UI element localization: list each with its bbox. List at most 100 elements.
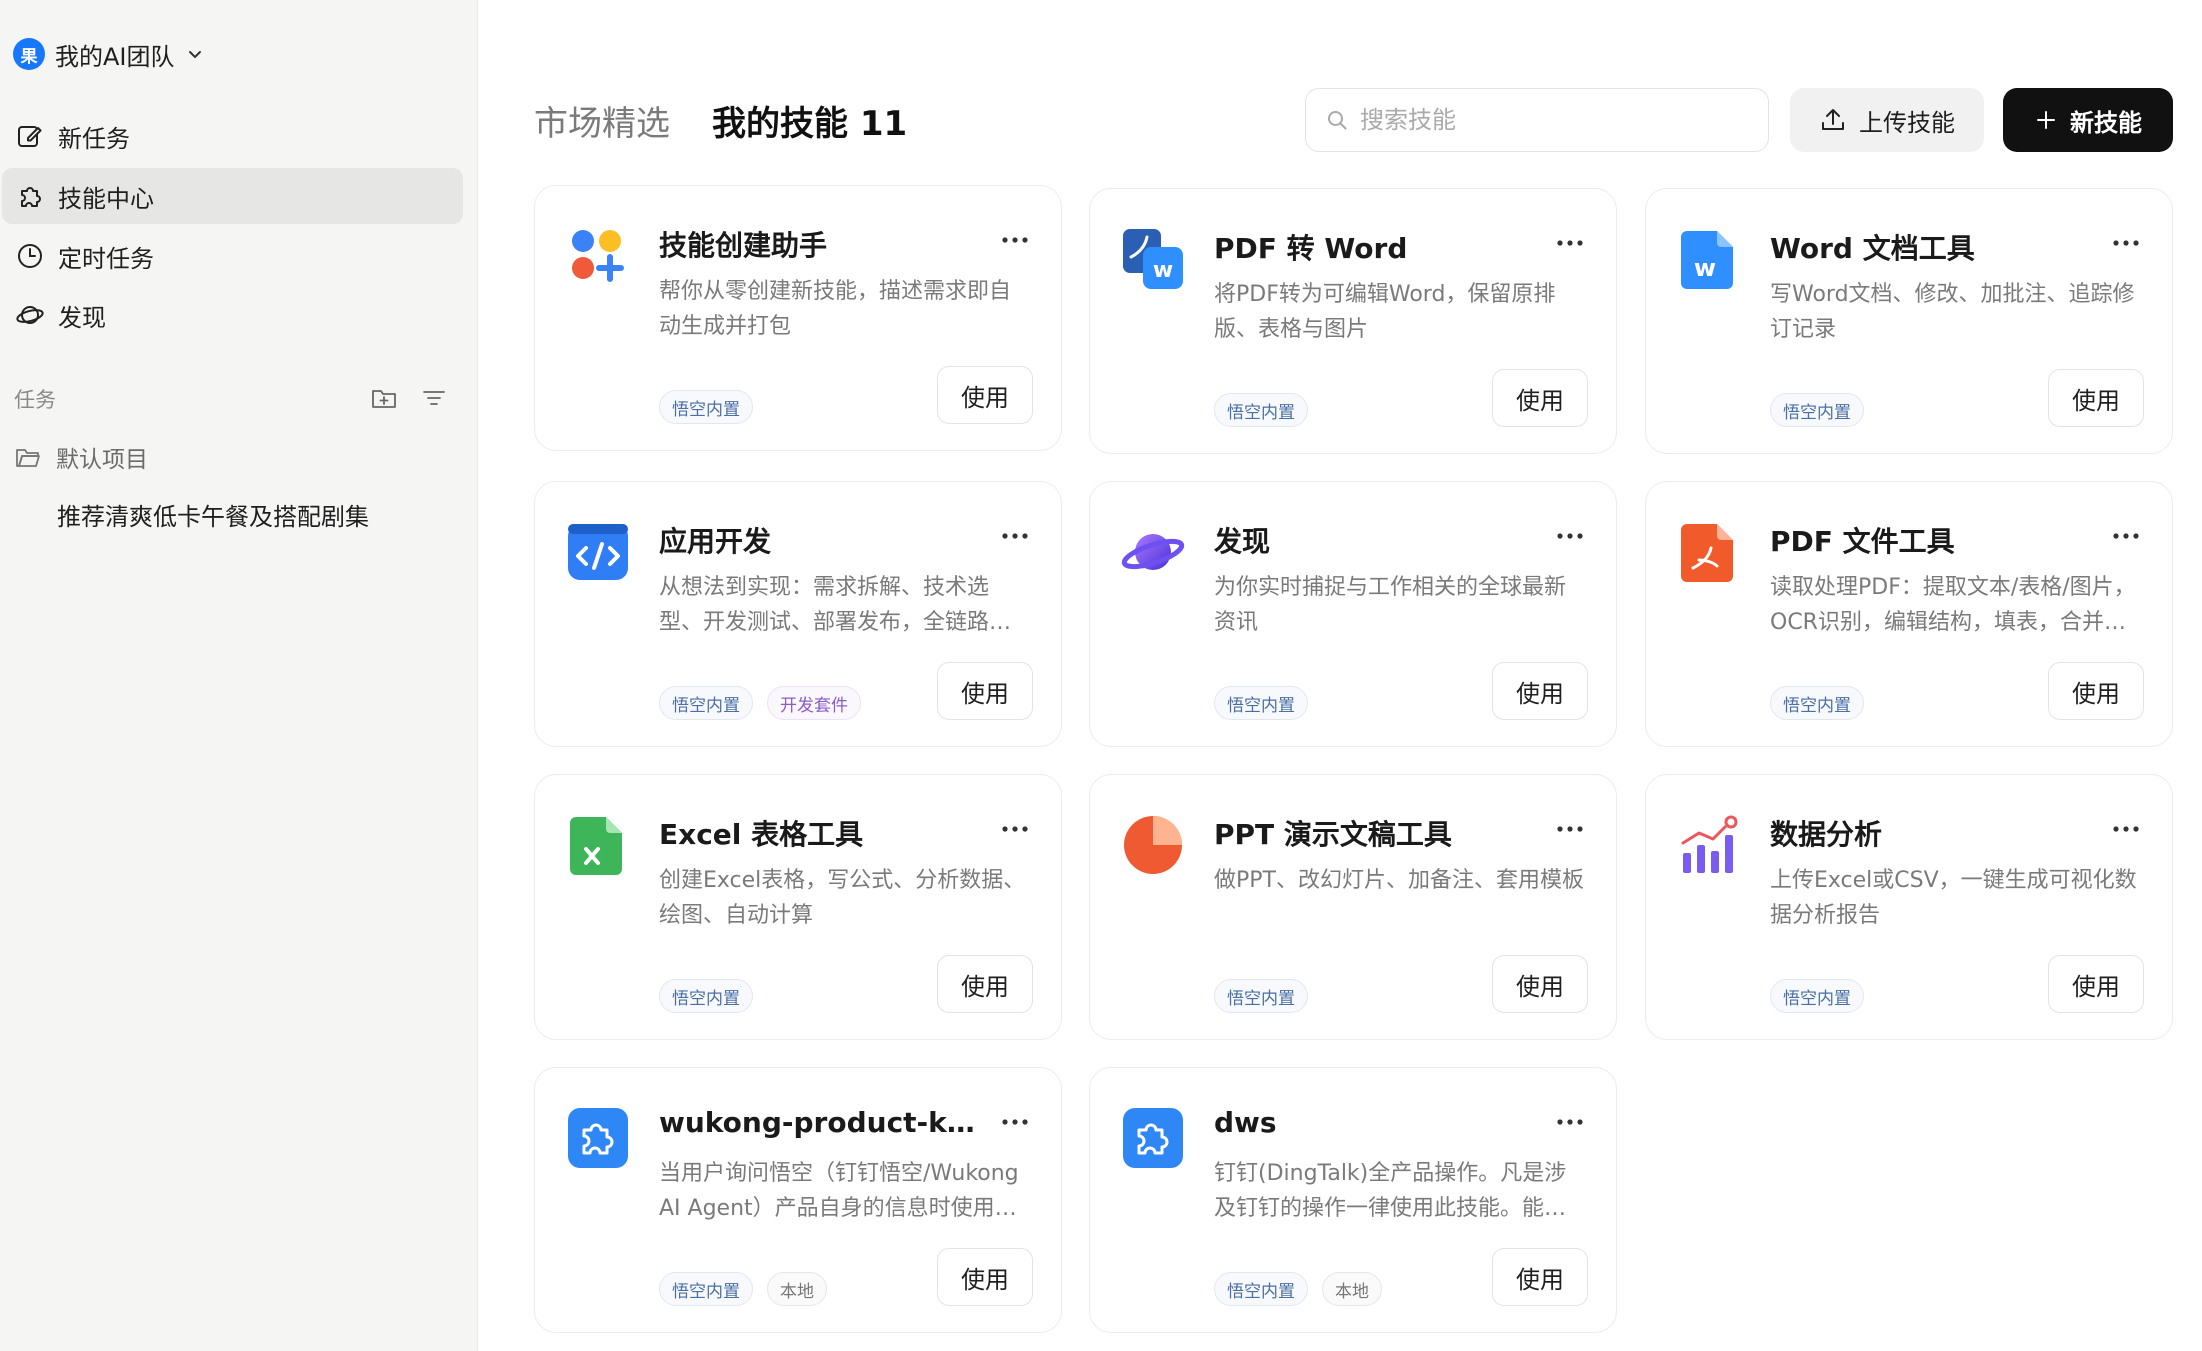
use-skill-button[interactable]: 使用 [937,1248,1033,1306]
skill-tag: 悟空内置 [659,1272,753,1306]
nav-label: 定时任务 [58,244,154,273]
skill-tag: 本地 [767,1272,827,1306]
code-app-icon [566,520,630,584]
skill-card[interactable]: Excel 表格工具 创建Excel表格，写公式、分析数据、绘图、自动计算 悟空… [534,774,1062,1040]
more-options-icon[interactable] [2106,229,2146,257]
skill-tags: 悟空内置 本地 [1214,1272,1382,1306]
more-options-icon[interactable] [1550,1108,1590,1136]
chevron-down-icon [188,51,201,59]
team-logo: 果 [13,38,45,70]
planet-icon [1121,520,1185,584]
skill-title: Excel 表格工具 [659,818,864,851]
tab-my-skills[interactable]: 我的技能 11 [712,96,907,145]
use-skill-button[interactable]: 使用 [1492,1248,1588,1306]
team-switcher[interactable]: 果 我的AI团队 [13,34,205,74]
clock-icon [18,244,42,268]
use-skill-button[interactable]: 使用 [937,366,1033,424]
nav-item-discover[interactable]: 发现 [2,287,463,343]
skill-card[interactable]: 发现 为你实时捕捉与工作相关的全球最新资讯 悟空内置 使用 [1089,481,1617,747]
skill-description: 写Word文档、修改、加批注、追踪修订记录 [1770,282,2135,342]
skill-tags: 悟空内置 [1770,686,1864,720]
edit-icon [18,126,42,147]
skill-creator-icon [566,224,630,288]
skill-tag: 悟空内置 [1770,979,1864,1013]
nav-item-new-task[interactable]: 新任务 [2,108,463,164]
skill-tag: 悟空内置 [1770,686,1864,720]
svg-text:w: w [1153,258,1173,283]
skill-title: 发现 [1214,525,1271,558]
use-skill-button[interactable]: 使用 [937,955,1033,1013]
new-skill-button[interactable]: 新技能 [2003,88,2173,152]
more-options-icon[interactable] [1550,815,1590,843]
project-name: 默认项目 [56,447,148,473]
use-skill-button[interactable]: 使用 [2048,662,2144,720]
skill-tags: 悟空内置 [1214,979,1308,1013]
folder-open-icon [16,449,40,467]
skill-tag: 悟空内置 [659,390,753,424]
new-skill-label: 新技能 [2070,108,2142,137]
skill-card[interactable]: 数据分析 上传Excel或CSV，一键生成可视化数据分析报告 悟空内置 使用 [1645,774,2173,1040]
more-options-icon[interactable] [2106,522,2146,550]
more-options-icon[interactable] [995,522,1035,550]
task-item[interactable]: 推荐清爽低卡午餐及搭配剧集 [57,497,369,532]
more-options-icon[interactable] [1550,229,1590,257]
skill-tags: 悟空内置 本地 [659,1272,827,1306]
skill-card[interactable]: w PDF 转 Word 将PDF转为可编辑Word，保留原排版、表格与图片 悟… [1089,188,1617,454]
use-skill-button[interactable]: 使用 [1492,955,1588,1013]
more-options-icon[interactable] [995,226,1035,254]
skill-description: 帮你从零创建新技能，描述需求即自动生成并打包 [659,279,1012,339]
skill-title: PPT 演示文稿工具 [1214,818,1452,851]
use-skill-button[interactable]: 使用 [2048,369,2144,427]
team-name: 我的AI团队 [55,42,175,71]
pdf-file-icon [1677,520,1741,584]
filter-icon[interactable] [420,384,448,412]
skill-description: 为你实时捕捉与工作相关的全球最新资讯 [1214,575,1567,635]
skill-tags: 悟空内置 [1214,393,1308,427]
use-skill-button[interactable]: 使用 [1492,369,1588,427]
upload-label: 上传技能 [1859,108,1955,137]
skill-card[interactable]: wukong-product-knowledge 当用户询问悟空（钉钉悟空/Wu… [534,1067,1062,1333]
upload-skill-button[interactable]: 上传技能 [1790,88,1984,152]
skill-tag: 开发套件 [767,686,861,720]
skill-tags: 悟空内置 [1770,979,1864,1013]
nav-label: 新任务 [58,124,130,153]
skill-description: 从想法到实现：需求拆解、技术选型、开发测试、部署发布，全链路交付 [659,575,1012,635]
skill-title: 数据分析 [1770,818,1883,851]
svg-text:w: w [1694,254,1716,282]
project-default[interactable]: 默认项目 [14,440,148,474]
skill-card[interactable]: 技能创建助手 帮你从零创建新技能，描述需求即自动生成并打包 悟空内置 使用 [534,185,1062,451]
skill-title: PDF 转 Word [1214,232,1408,265]
skill-tags: 悟空内置 [1214,686,1308,720]
word-doc-icon: w [1677,227,1741,291]
more-options-icon[interactable] [1550,522,1590,550]
more-options-icon[interactable] [995,1108,1035,1136]
planet-icon [16,306,44,324]
skill-card[interactable]: PDF 文件工具 读取处理PDF：提取文本/表格/图片，OCR识别，编辑结构，填… [1645,481,2173,747]
skill-tag: 悟空内置 [659,979,753,1013]
skill-title: dws [1214,1106,1277,1139]
skill-title: 技能创建助手 [659,229,828,262]
skill-title: 应用开发 [659,525,772,558]
nav-item-scheduled-tasks[interactable]: 定时任务 [2,228,463,284]
skill-description: 将PDF转为可编辑Word，保留原排版、表格与图片 [1214,282,1556,342]
skill-card[interactable]: w Word 文档工具 写Word文档、修改、加批注、追踪修订记录 悟空内置 使… [1645,188,2173,454]
search-box[interactable] [1305,88,1769,152]
new-folder-icon[interactable] [370,384,398,412]
skill-card[interactable]: PPT 演示文稿工具 做PPT、改幻灯片、加备注、套用模板 悟空内置 使用 [1089,774,1617,1040]
tasks-section-label: 任务 [14,388,56,412]
use-skill-button[interactable]: 使用 [937,662,1033,720]
nav-label: 发现 [58,303,106,332]
skill-tag: 悟空内置 [659,686,753,720]
more-options-icon[interactable] [995,815,1035,843]
skill-title: Word 文档工具 [1770,232,1975,265]
tab-market[interactable]: 市场精选 [534,96,670,145]
use-skill-button[interactable]: 使用 [1492,662,1588,720]
use-skill-button[interactable]: 使用 [2048,955,2144,1013]
more-options-icon[interactable] [2106,815,2146,843]
puzzle-blue-icon [566,1106,630,1170]
nav-item-skill-center[interactable]: 技能中心 [2,168,463,224]
search-input[interactable] [1360,106,1740,134]
skill-card[interactable]: dws 钉钉(DingTalk)全产品操作。凡是涉及钉钉的操作一律使用此技能。能… [1089,1067,1617,1333]
skill-title: PDF 文件工具 [1770,525,1955,558]
skill-card[interactable]: 应用开发 从想法到实现：需求拆解、技术选型、开发测试、部署发布，全链路交付 悟空… [534,481,1062,747]
